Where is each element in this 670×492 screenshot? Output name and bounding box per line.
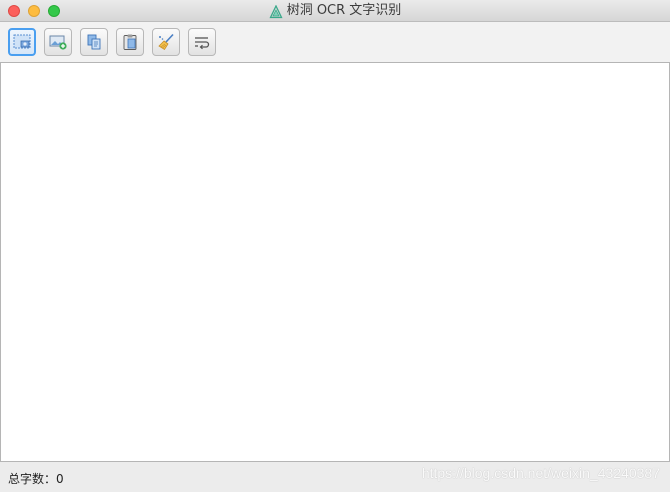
line-wrap-button[interactable] xyxy=(188,28,216,56)
window-title: 树洞 OCR 文字识别 xyxy=(286,3,402,18)
tree-hole-logo-icon xyxy=(269,4,283,19)
copy-icon xyxy=(84,33,104,51)
ocr-result-text-area[interactable] xyxy=(0,62,670,462)
app-window: 树洞 OCR 文字识别 总字数：0 https://blog.csdn.net/… xyxy=(0,0,670,492)
screenshot-capture-button[interactable] xyxy=(8,28,36,56)
wrap-text-icon xyxy=(192,33,212,51)
toolbar xyxy=(0,22,670,62)
copy-text-button[interactable] xyxy=(80,28,108,56)
title-bar[interactable]: 树洞 OCR 文字识别 xyxy=(0,0,670,22)
word-count-label: 总字数：0 xyxy=(8,472,64,486)
clipboard-icon xyxy=(120,33,140,51)
clear-button[interactable] xyxy=(152,28,180,56)
status-bar: 总字数：0 https://blog.csdn.net/weixin_43240… xyxy=(0,462,670,492)
image-add-icon xyxy=(48,33,68,51)
open-image-button[interactable] xyxy=(44,28,72,56)
broom-icon xyxy=(156,33,176,51)
screen-capture-icon xyxy=(12,33,32,51)
watermark-text: https://blog.csdn.net/weixin_43240387 xyxy=(421,465,660,481)
paste-button[interactable] xyxy=(116,28,144,56)
window-title-group: 树洞 OCR 文字识别 xyxy=(0,0,670,22)
